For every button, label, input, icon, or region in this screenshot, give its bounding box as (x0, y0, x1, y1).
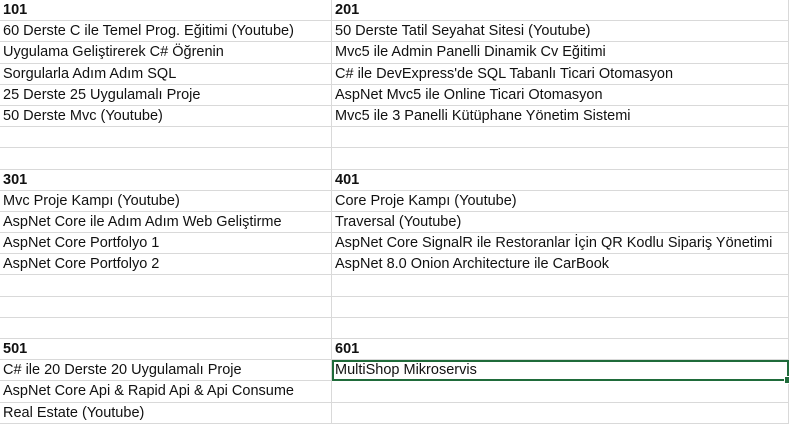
cell-r12-c0[interactable]: AspNet Core Portfolyo 2 (0, 254, 332, 276)
cell-r6-c1[interactable] (332, 127, 789, 149)
spreadsheet-grid[interactable]: 101 201 60 Derste C ile Temel Prog. Eğitim… (0, 0, 789, 432)
cell-r3-c0[interactable]: Sorgularla Adım Adım SQL (0, 63, 332, 85)
selected-cell[interactable]: MultiShop Mikroservis (332, 360, 789, 385)
cell-r17-c0[interactable]: C# ile 20 Derste 20 Uygulamalı Proje (0, 360, 332, 382)
cell-r3-c1[interactable]: C# ile DevExpress'de SQL Tabanlı Ticari … (332, 63, 789, 85)
cell-r1-c1[interactable]: 50 Derste Tatil Seyahat Sitesi (Youtube) (332, 21, 789, 43)
cell-r19-c0[interactable]: Real Estate (Youtube) (0, 402, 332, 424)
cell-r5-c1[interactable]: Mvc5 ile 3 Panelli Kütüphane Yönetim Sis… (332, 105, 789, 128)
cell-r11-c0[interactable]: AspNet Core Portfolyo 1 (0, 233, 332, 255)
cell-r14-c1[interactable] (332, 296, 789, 318)
section-header-cell-r0-c1[interactable]: 201 (332, 0, 789, 22)
cell-r4-c1[interactable]: AspNet Mvc5 ile Online Ticari Otomasyon (332, 84, 789, 106)
cell-r2-c1[interactable]: Mvc5 ile Admin Panelli Dinamik Cv Eğitim… (332, 42, 789, 64)
cell-r4-c0[interactable]: 25 Derste 25 Uygulamalı Proje (0, 84, 332, 106)
section-header-cell-r8-c0[interactable]: 301 (0, 169, 332, 191)
cell-r19-c1[interactable] (332, 402, 789, 424)
section-header-cell-r8-c1[interactable]: 401 (332, 169, 789, 191)
cell-r1-c0[interactable]: 60 Derste C ile Temel Prog. Eğitimi (You… (0, 21, 332, 43)
cell-r5-c0[interactable]: 50 Derste Mvc (Youtube) (0, 105, 332, 128)
cell-r10-c0[interactable]: AspNet Core ile Adım Adım Web Geliştirme (0, 211, 332, 234)
section-header-cell-r16-c1[interactable]: 601 (332, 339, 789, 361)
section-header-cell-r0-c0[interactable]: 101 (0, 0, 332, 22)
cell-r18-c0[interactable]: AspNet Core Api & Rapid Api & Api Consum… (0, 381, 332, 403)
cell-r13-c0[interactable] (0, 275, 332, 297)
cell-r13-c1[interactable] (332, 275, 789, 297)
section-header-cell-r16-c0[interactable]: 501 (0, 339, 332, 361)
cell-r15-c0[interactable] (0, 317, 332, 339)
cell-r7-c0[interactable] (0, 148, 332, 170)
cell-r15-c1[interactable] (332, 317, 789, 339)
cell-r14-c0[interactable] (0, 296, 332, 318)
fill-handle[interactable] (784, 376, 789, 385)
cell-r10-c1[interactable]: Traversal (Youtube) (332, 211, 789, 234)
cell-r9-c0[interactable]: Mvc Proje Kampı (Youtube) (0, 190, 332, 212)
cell-r12-c1[interactable]: AspNet 8.0 Onion Architecture ile CarBoo… (332, 254, 789, 276)
cell-r2-c0[interactable]: Uygulama Geliştirerek C# Öğrenin (0, 42, 332, 64)
cell-r6-c0[interactable] (0, 127, 332, 149)
cell-r11-c1[interactable]: AspNet Core SignalR ile Restoranlar İçin… (332, 233, 789, 255)
cell-r18-c1[interactable] (332, 381, 789, 403)
cell-r7-c1[interactable] (332, 148, 789, 170)
cell-r9-c1[interactable]: Core Proje Kampı (Youtube) (332, 190, 789, 212)
